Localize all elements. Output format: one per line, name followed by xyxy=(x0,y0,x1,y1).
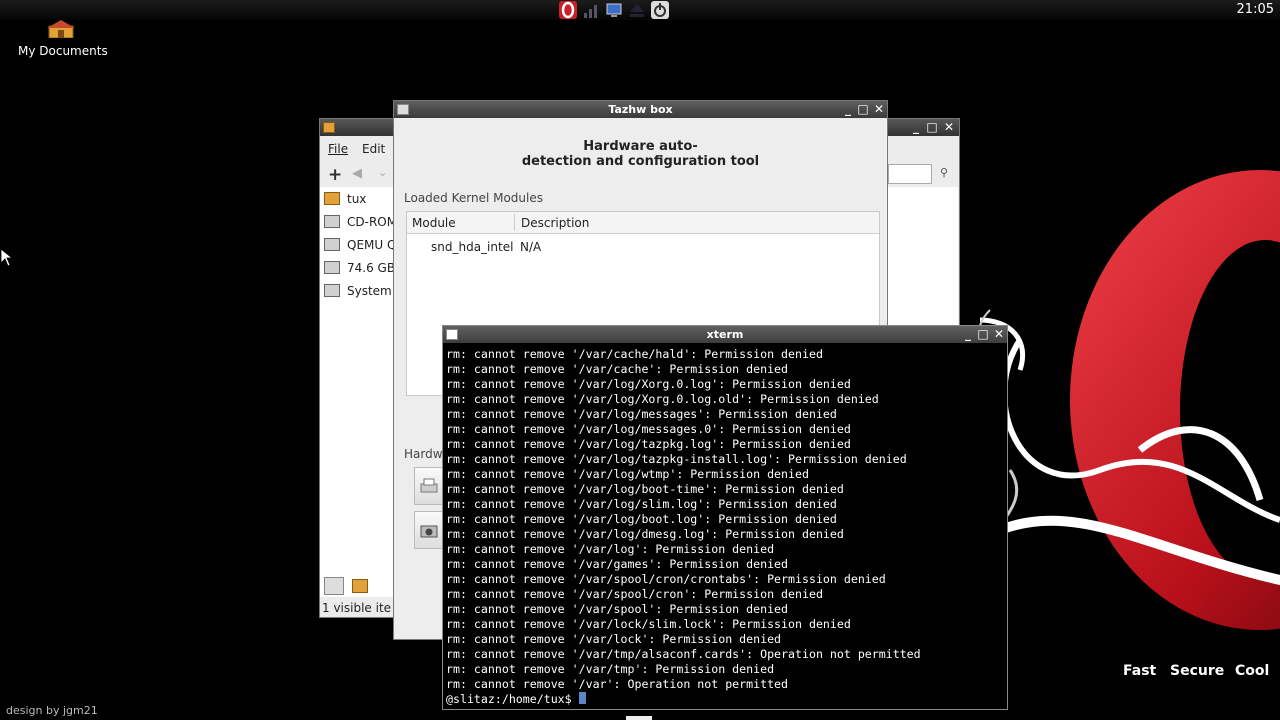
view-icon[interactable] xyxy=(324,577,344,595)
terminal-line: rm: cannot remove '/var/games': Permissi… xyxy=(446,557,789,571)
terminal-line: rm: cannot remove '/var/log/Xorg.0.log':… xyxy=(446,377,851,391)
folder-icon[interactable] xyxy=(352,579,368,593)
terminal-line: rm: cannot remove '/var/lock': Permissio… xyxy=(446,632,782,646)
terminal-line: rm: cannot remove '/var/log/boot.log': P… xyxy=(446,512,837,526)
eject-icon[interactable] xyxy=(628,1,646,19)
xterm-window[interactable]: xterm _ □ ✕ rm: cannot remove '/var/cach… xyxy=(442,325,1008,710)
close-button[interactable]: ✕ xyxy=(872,102,886,116)
terminal-line: rm: cannot remove '/var/cache/hald': Per… xyxy=(446,347,823,361)
terminal-output[interactable]: rm: cannot remove '/var/cache/hald': Per… xyxy=(446,347,921,707)
minimize-button[interactable]: _ xyxy=(961,327,975,341)
location-input[interactable] xyxy=(888,164,932,184)
sidebar-item-label: System xyxy=(347,284,392,298)
terminal-line: rm: cannot remove '/var/lock/slim.lock':… xyxy=(446,617,851,631)
terminal-line: rm: cannot remove '/var/log/messages.0':… xyxy=(446,422,851,436)
terminal-line: rm: cannot remove '/var/cache': Permissi… xyxy=(446,362,789,376)
top-panel: 21:05 xyxy=(0,0,1280,20)
add-icon[interactable]: + xyxy=(328,165,342,185)
printer-icon xyxy=(420,478,438,493)
tagline-cool: Cool xyxy=(1235,663,1270,679)
terminal-prompt[interactable]: @slitaz:/home/tux$ xyxy=(446,692,921,707)
heading-line-1: Hardware auto- xyxy=(583,139,698,154)
module-description: N/A xyxy=(520,240,542,254)
maximize-button[interactable]: □ xyxy=(856,102,870,116)
column-description[interactable]: Description xyxy=(521,216,589,230)
drive-icon xyxy=(324,284,340,297)
terminal-line: rm: cannot remove '/var/tmp': Permission… xyxy=(446,662,775,676)
terminal-line: rm: cannot remove '/var/log': Permission… xyxy=(446,542,775,556)
terminal-line: rm: cannot remove '/var/log/Xorg.0.log.o… xyxy=(446,392,879,406)
terminal-line: rm: cannot remove '/var/tmp/alsaconf.car… xyxy=(446,647,921,661)
taskbar-marker xyxy=(626,716,652,720)
menu-file[interactable]: File xyxy=(328,142,348,156)
maximize-button[interactable]: □ xyxy=(925,120,939,134)
close-button[interactable]: ✕ xyxy=(992,327,1006,341)
terminal-line: rm: cannot remove '/var/log/dmesg.log': … xyxy=(446,527,844,541)
drive-icon xyxy=(324,215,340,228)
opera-logo-wallpaper xyxy=(978,170,1280,630)
minimize-button[interactable]: _ xyxy=(841,102,855,116)
chevron-down-icon[interactable]: ⌄ xyxy=(378,166,387,179)
clock[interactable]: 21:05 xyxy=(1237,2,1274,17)
camera-icon xyxy=(420,525,438,538)
sidebar-item-label: QEMU Q xyxy=(347,238,397,252)
terminal-line: rm: cannot remove '/var/log/tazpkg-insta… xyxy=(446,452,907,466)
terminal-line: rm: cannot remove '/var': Operation not … xyxy=(446,677,789,691)
column-module[interactable]: Module xyxy=(412,216,456,230)
text-cursor xyxy=(578,692,586,704)
close-button[interactable]: ✕ xyxy=(942,120,956,134)
heading-line-2: detection and configuration tool xyxy=(521,154,760,169)
window-icon xyxy=(397,104,409,115)
prompt-text: @slitaz:/home/tux$ xyxy=(446,692,579,706)
monitor-icon[interactable] xyxy=(605,1,623,19)
drive-icon xyxy=(324,238,340,251)
sidebar-item-label: CD-ROM xyxy=(347,215,398,229)
terminal-line: rm: cannot remove '/var/log/wtmp': Permi… xyxy=(446,467,809,481)
tagline-fast: Fast xyxy=(1123,663,1157,679)
terminal-line: rm: cannot remove '/var/log/tazpkg.log':… xyxy=(446,437,851,451)
minimize-button[interactable]: _ xyxy=(909,120,923,134)
power-icon[interactable] xyxy=(651,1,669,19)
tagline-secure: Secure xyxy=(1170,663,1225,679)
terminal-line: rm: cannot remove '/var/log/boot-time': … xyxy=(446,482,844,496)
desktop-icon-label: My Documents xyxy=(18,44,108,58)
drive-icon xyxy=(324,261,340,274)
home-icon xyxy=(324,192,340,205)
maximize-button[interactable]: □ xyxy=(976,327,990,341)
section-label: Loaded Kernel Modules xyxy=(404,191,544,205)
terminal-line: rm: cannot remove '/var/log/slim.log': P… xyxy=(446,497,837,511)
tazhw-titlebar[interactable]: Tazhw box _ □ ✕ xyxy=(394,101,887,118)
mouse-pointer-icon xyxy=(1,249,13,267)
back-icon[interactable]: ◀ xyxy=(352,166,362,181)
terminal-icon xyxy=(446,329,458,340)
module-name: snd_hda_intel xyxy=(431,240,514,254)
sidebar: tux CD-ROM QEMU Q 74.6 GB System xyxy=(320,187,398,597)
home-folder-icon xyxy=(47,20,75,38)
list-header: Module Description xyxy=(407,212,879,234)
status-bar: 1 visible ite xyxy=(322,601,392,615)
search-icon[interactable]: ⚲ xyxy=(940,166,948,179)
column-divider xyxy=(514,214,515,231)
window-title: Tazhw box xyxy=(608,103,673,116)
sidebar-item-label: 74.6 GB xyxy=(347,261,396,275)
window-title: xterm xyxy=(706,328,744,341)
folder-icon xyxy=(323,122,335,133)
xterm-titlebar[interactable]: xterm _ □ ✕ xyxy=(443,326,1007,343)
network-signal-icon[interactable] xyxy=(582,1,600,19)
opera-icon[interactable] xyxy=(559,1,577,19)
wallpaper-credit: design by jgm21 xyxy=(6,704,98,717)
tool-heading: Hardware auto- detection and configurati… xyxy=(394,139,887,169)
sidebar-item-label: tux xyxy=(347,192,367,206)
desktop-icon-my-documents[interactable]: My Documents xyxy=(18,18,108,62)
terminal-line: rm: cannot remove '/var/spool/cron/cront… xyxy=(446,572,886,586)
menu-edit[interactable]: Edit xyxy=(362,142,385,156)
terminal-line: rm: cannot remove '/var/spool/cron': Per… xyxy=(446,587,823,601)
terminal-line: rm: cannot remove '/var/log/messages': P… xyxy=(446,407,837,421)
hardware-section-label: Hardw xyxy=(404,447,443,461)
terminal-line: rm: cannot remove '/var/spool': Permissi… xyxy=(446,602,789,616)
